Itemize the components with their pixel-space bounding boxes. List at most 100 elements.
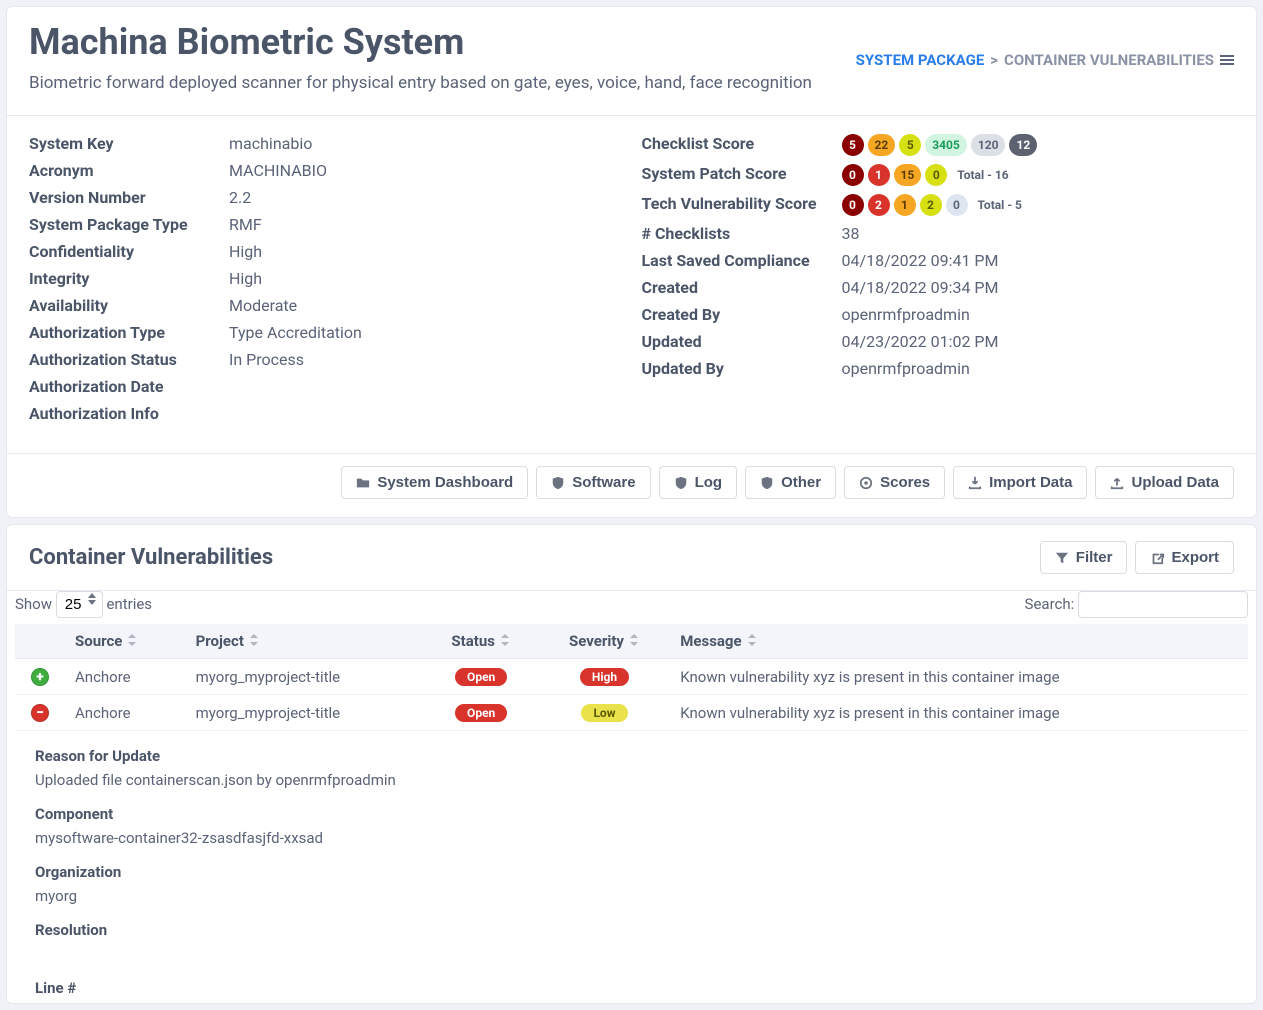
sort-icon — [250, 634, 260, 646]
detail-value: machinabio — [229, 134, 622, 153]
import-icon — [968, 476, 982, 490]
search-input[interactable] — [1078, 591, 1248, 618]
shield-icon — [674, 476, 688, 490]
other-button[interactable]: Other — [745, 466, 836, 499]
cell-project: myorg_myproject-title — [186, 695, 424, 731]
vulnerabilities-card: Container Vulnerabilities Filter Export … — [6, 524, 1257, 1004]
detail-label: # Checklists — [642, 224, 842, 243]
score-badge: 1 — [868, 164, 890, 186]
detail-value: MACHINABIO — [229, 161, 622, 180]
checklist-score-badges: 5225340512012 — [842, 134, 1235, 156]
detail-value: In Process — [229, 350, 622, 369]
score-badge: 5 — [899, 134, 921, 156]
reason-value: Uploaded file containerscan.json by open… — [35, 771, 1228, 789]
collapse-row-icon[interactable]: − — [31, 704, 49, 722]
menu-icon[interactable] — [1220, 55, 1234, 65]
button-label: Log — [695, 474, 723, 491]
cell-project: myorg_myproject-title — [186, 659, 424, 695]
upload-icon — [1110, 476, 1124, 490]
cell-source: Anchore — [65, 695, 186, 731]
detail-value: High — [229, 242, 622, 261]
row-expanded-details: Reason for Update Uploaded file containe… — [7, 731, 1256, 997]
resolution-label: Resolution — [35, 921, 1228, 939]
breadcrumb: SYSTEM PACKAGE > CONTAINER VULNERABILITI… — [856, 21, 1234, 93]
system-details-right: Checklist Score 5225340512012 System Pat… — [642, 134, 1235, 431]
detail-label: Updated — [642, 332, 842, 351]
column-header[interactable]: Message — [670, 624, 1248, 659]
page-subtitle: Biometric forward deployed scanner for p… — [29, 73, 812, 93]
filter-button[interactable]: Filter — [1040, 541, 1128, 574]
score-total: Total - 5 — [972, 198, 1022, 212]
filter-button-label: Filter — [1076, 549, 1113, 566]
score-badge: 2 — [920, 194, 942, 216]
export-button-label: Export — [1171, 549, 1219, 566]
detail-value — [229, 377, 622, 396]
detail-label: Availability — [29, 296, 229, 315]
detail-value: High — [229, 269, 622, 288]
detail-label: Created — [642, 278, 842, 297]
column-header[interactable]: Project — [186, 624, 424, 659]
software-button[interactable]: Software — [536, 466, 650, 499]
status-badge: Open — [455, 668, 507, 686]
breadcrumb-current: CONTAINER VULNERABILITIES — [1004, 51, 1214, 69]
detail-label: Authorization Type — [29, 323, 229, 342]
detail-value: openrmfproadmin — [842, 305, 1235, 324]
line-label: Line # — [35, 979, 1228, 997]
resolution-value — [35, 945, 1228, 963]
detail-value: openrmfproadmin — [842, 359, 1235, 378]
button-label: System Dashboard — [377, 474, 513, 491]
page-title: Machina Biometric System — [29, 21, 812, 63]
search-label: Search: — [1025, 595, 1075, 613]
breadcrumb-root[interactable]: SYSTEM PACKAGE — [856, 51, 985, 69]
org-value: myorg — [35, 887, 1228, 905]
vulnerabilities-table: SourceProjectStatusSeverityMessage + Anc… — [15, 624, 1248, 731]
shield-icon — [551, 476, 565, 490]
score-badge: 0 — [842, 164, 864, 186]
tech-score-badges: 02120Total - 5 — [842, 194, 1235, 216]
severity-badge: High — [580, 668, 629, 686]
detail-value: Type Accreditation — [229, 323, 622, 342]
page-size-select[interactable]: 25 — [56, 591, 103, 618]
score-badge: 12 — [1009, 134, 1037, 156]
column-header[interactable]: Severity — [539, 624, 671, 659]
shield-icon — [760, 476, 774, 490]
button-label: Scores — [880, 474, 930, 491]
component-value: mysoftware-container32-zsasdfasjfd-xxsad — [35, 829, 1228, 847]
detail-value: 04/18/2022 09:34 PM — [842, 278, 1235, 297]
detail-value: Moderate — [229, 296, 622, 315]
upload-button[interactable]: Upload Data — [1095, 466, 1234, 499]
sort-icon — [748, 634, 758, 646]
detail-value — [229, 404, 622, 423]
export-button[interactable]: Export — [1135, 541, 1234, 574]
button-label: Import Data — [989, 474, 1072, 491]
expand-row-icon[interactable]: + — [31, 668, 49, 686]
detail-label: Acronym — [29, 161, 229, 180]
score-badge: 5 — [842, 134, 864, 156]
column-header — [15, 624, 65, 659]
sort-icon — [630, 634, 640, 646]
cell-source: Anchore — [65, 659, 186, 695]
column-header[interactable]: Status — [424, 624, 539, 659]
import-button[interactable]: Import Data — [953, 466, 1087, 499]
detail-value: 38 — [842, 224, 1235, 243]
score-badge: 0 — [842, 194, 864, 216]
patch-score-label: System Patch Score — [642, 164, 842, 186]
detail-value: 04/18/2022 09:41 PM — [842, 251, 1235, 270]
column-header[interactable]: Source — [65, 624, 186, 659]
score-badge: 3405 — [925, 134, 967, 156]
score-total: Total - 16 — [951, 168, 1008, 182]
checklist-score-label: Checklist Score — [642, 134, 842, 156]
folder-icon — [356, 476, 370, 490]
dashboard-button[interactable]: System Dashboard — [341, 466, 528, 499]
system-details-left: System KeymachinabioAcronymMACHINABIOVer… — [29, 134, 622, 431]
log-button[interactable]: Log — [659, 466, 738, 499]
detail-label: Integrity — [29, 269, 229, 288]
component-label: Component — [35, 805, 1228, 823]
detail-label: Confidentiality — [29, 242, 229, 261]
detail-label: Updated By — [642, 359, 842, 378]
detail-label: Authorization Status — [29, 350, 229, 369]
detail-label: Authorization Date — [29, 377, 229, 396]
entries-label: entries — [106, 595, 152, 613]
scores-button[interactable]: Scores — [844, 466, 945, 499]
detail-label: System Key — [29, 134, 229, 153]
